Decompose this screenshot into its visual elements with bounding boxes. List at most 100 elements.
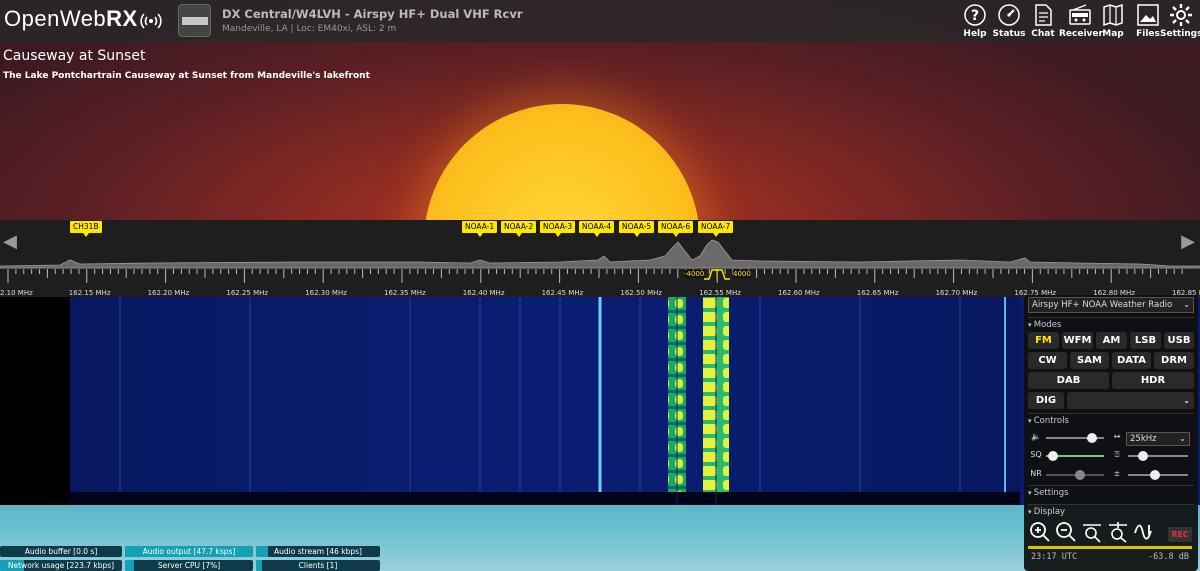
mode-fm-button[interactable]: FM [1028, 332, 1059, 349]
receiver-avatar[interactable] [178, 4, 211, 37]
bookmark-noaa-4[interactable]: NOAA-4 [579, 221, 615, 237]
squelch-slider[interactable] [1046, 451, 1104, 461]
receiver-title: DX Central/W4LVH - Airspy HF+ Dual VHF R… [222, 7, 523, 21]
mode-wfm-button[interactable]: WFM [1062, 332, 1093, 349]
scale-tick-label: 162.65 MHz [856, 289, 899, 297]
gain-slider[interactable] [1128, 470, 1188, 480]
top-bar: OpenWebRX DX Central/W4LVH - Airspy HF+ … [0, 0, 1200, 42]
scale-tick-label: 162.45 MHz [541, 289, 584, 297]
gear-icon [1170, 4, 1192, 26]
record-button[interactable]: REC [1168, 527, 1192, 542]
section-display-header[interactable]: Display [1028, 504, 1194, 517]
nav-status-label: Status [992, 29, 1026, 39]
clients-meter: Clients [1] [256, 560, 380, 571]
mode-data-button[interactable]: DATA [1112, 352, 1151, 369]
openwebrx-logo[interactable]: OpenWebRX [4, 6, 138, 32]
mode-drm-button[interactable]: DRM [1154, 352, 1194, 369]
noise-blanker-icon[interactable]: ⍰ [1111, 449, 1123, 461]
nr-label: NR [1030, 469, 1042, 478]
chevron-down-icon: ⌄ [1183, 300, 1190, 309]
noise-reduction-slider[interactable] [1046, 470, 1104, 480]
scroll-right-icon[interactable]: ▶ [1178, 231, 1198, 253]
section-settings-header[interactable]: Settings [1028, 485, 1194, 498]
scale-tick-label: 162.60 MHz [778, 289, 820, 297]
sun-image [424, 104, 700, 222]
logo-text-open: Open [4, 6, 60, 31]
scale-tick-label: 162.15 MHz [68, 289, 111, 297]
chevron-down-icon: ⌄ [1183, 396, 1190, 405]
zoom-in-icon[interactable] [1029, 521, 1051, 543]
bookmark-noaa-5[interactable]: NOAA-5 [619, 221, 655, 237]
nav-map-label: Map [1102, 29, 1124, 39]
digital-mode-select[interactable]: ⌄ [1067, 392, 1194, 409]
image-icon [1137, 4, 1159, 26]
mode-cw-button[interactable]: CW [1028, 352, 1067, 369]
audio-buffer-meter: Audio buffer [0.0 s] [0, 546, 122, 557]
mode-dab-button[interactable]: DAB [1028, 372, 1109, 389]
zoom-full-out-icon[interactable] [1081, 521, 1103, 543]
bookmark-noaa-1[interactable]: NOAA-1 [462, 221, 498, 237]
bandwidth-icon: ↔ [1113, 432, 1121, 441]
auto-adjust-waterfall-icon[interactable] [1133, 521, 1155, 543]
scale-tick-label: 162.25 MHz [226, 289, 269, 297]
radio-icon [1069, 4, 1091, 25]
passband-low-label: -4000 [684, 270, 705, 278]
nav-chat[interactable]: Chat [1022, 3, 1064, 39]
photo-title: Causeway at Sunset [3, 48, 146, 64]
bookmark-noaa-7[interactable]: NOAA-7 [698, 221, 734, 237]
bookmark-ch31b[interactable]: CH31B [70, 221, 102, 237]
scale-tick-label: 162.40 MHz [462, 289, 505, 297]
nav-settings-label: Settings [1160, 29, 1200, 39]
map-icon [1103, 3, 1123, 27]
profile-select[interactable]: Airspy HF+ NOAA Weather Radio ⌄ [1028, 297, 1194, 313]
bookmark-noaa-2[interactable]: NOAA-2 [501, 221, 537, 237]
bandwidth-select[interactable]: 25kHz ⌄ [1126, 432, 1190, 446]
scale-tick-label: 2.10 MHz [0, 289, 33, 297]
scroll-left-icon[interactable]: ◀ [0, 231, 20, 253]
mode-usb-button[interactable]: USB [1164, 332, 1194, 349]
scale-tick-label: 162.50 MHz [620, 289, 663, 297]
section-modes-header[interactable]: Modes [1028, 317, 1194, 330]
gauge-icon [998, 4, 1020, 26]
bookmark-noaa-3[interactable]: NOAA-3 [540, 221, 576, 237]
chat-icon [1035, 4, 1052, 26]
passband-high-label: 4000 [733, 270, 751, 278]
photo-description: The Lake Pontchartrain Causeway at Sunse… [3, 71, 370, 81]
bookmark-noaa-6[interactable]: NOAA-6 [658, 221, 694, 237]
logo-text-web: Web [59, 6, 107, 31]
mode-am-button[interactable]: AM [1096, 332, 1127, 349]
radio-waves-icon [140, 13, 162, 29]
waterfall-image [70, 297, 1200, 509]
svg-text:?: ? [971, 8, 979, 24]
nav-help-label: Help [963, 29, 987, 39]
noise-blanker-slider[interactable] [1128, 451, 1188, 461]
zoom-tuned-icon[interactable] [1107, 521, 1129, 543]
scale-tick-label: 162.70 MHz [935, 289, 978, 297]
help-icon: ? [964, 4, 986, 26]
mode-sam-button[interactable]: SAM [1070, 352, 1109, 369]
server-cpu-meter: Server CPU [7%] [125, 560, 253, 571]
mode-dig-button[interactable]: DIG [1028, 392, 1064, 409]
volume-icon[interactable]: 🔈 [1030, 431, 1042, 443]
signal-level-readout: -63.8 dB [1148, 552, 1189, 562]
chevron-down-icon: ⌄ [1178, 434, 1186, 444]
nav-settings[interactable]: Settings [1160, 3, 1200, 39]
volume-slider[interactable] [1046, 433, 1104, 443]
audio-stream-meter: Audio stream [46 kbps] [256, 546, 380, 557]
nav-files-label: Files [1136, 29, 1160, 39]
mode-hdr-button[interactable]: HDR [1112, 372, 1194, 389]
nav-chat-label: Chat [1031, 29, 1055, 39]
network-usage-meter: Network usage [223.7 kbps] [0, 560, 122, 571]
zoom-out-icon[interactable] [1055, 521, 1077, 543]
passband-marker-icon[interactable] [703, 268, 731, 280]
section-controls-header[interactable]: Controls [1028, 413, 1194, 426]
squelch-label: SQ [1030, 450, 1042, 459]
utc-clock: 23:17 UTC [1031, 552, 1078, 562]
mode-lsb-button[interactable]: LSB [1130, 332, 1161, 349]
waterfall-display[interactable] [0, 297, 1200, 509]
scale-tick-label: 162.30 MHz [305, 289, 347, 297]
receiver-location: Mandeville, LA | Loc: EM40xi, ASL: 2 m [222, 24, 397, 34]
scale-tick-label: 162.20 MHz [147, 289, 190, 297]
scale-tick-label: 162.55 MHz [699, 289, 741, 297]
gain-icon[interactable]: ± [1111, 468, 1123, 480]
